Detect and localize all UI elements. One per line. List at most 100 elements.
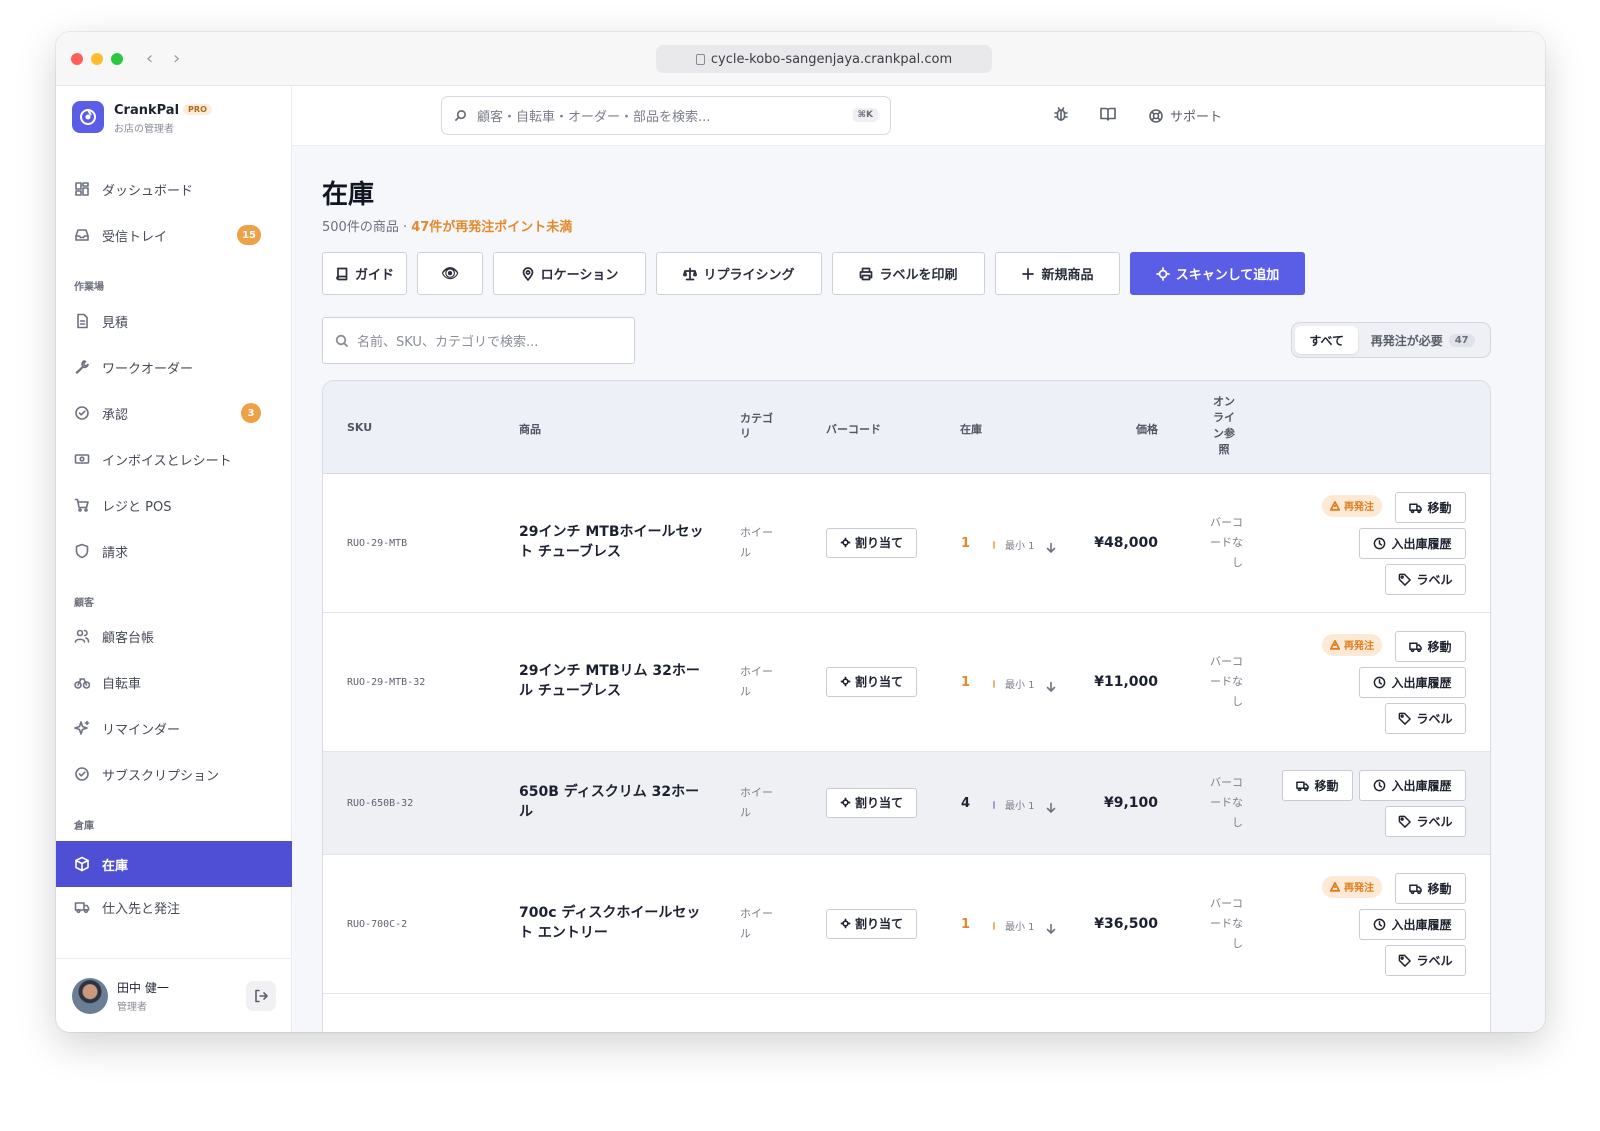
sidebar-item-inbox[interactable]: 受信トレイ 15 (56, 215, 292, 255)
crosshair-icon (840, 676, 851, 687)
label-label: ラベル (1416, 814, 1453, 829)
arrow-down-icon (1046, 542, 1056, 553)
visibility-toggle-button[interactable]: 👁 (417, 252, 483, 295)
arrow-down-icon[interactable] (1045, 678, 1057, 692)
table-row[interactable]: RUO-650B-32 650B ディスクリム 32ホール ホイール 割り当て 4 最小 … (323, 752, 1490, 855)
arrow-down-icon[interactable] (1045, 539, 1057, 553)
price-cell: ¥9,100 (1103, 794, 1158, 811)
sidebar-item-label: 顧客台帳 (102, 630, 155, 646)
product-name[interactable]: 29インチ MTBリム 32ホール チューブレス (519, 661, 704, 701)
sidebar-item-pos[interactable]: レジと POS (56, 485, 292, 525)
sidebar-item-approvals[interactable]: 承認 3 (56, 393, 292, 433)
header-sku[interactable]: SKU (347, 421, 372, 434)
logout-button[interactable] (246, 980, 276, 1011)
clock-icon (1374, 779, 1386, 791)
stock-history-button[interactable]: 入出庫履歴 (1359, 769, 1466, 801)
label-button[interactable]: ラベル (1385, 944, 1466, 976)
sidebar-item-estimates[interactable]: 見積 (56, 301, 292, 341)
close-window-button[interactable] (71, 53, 83, 65)
assign-barcode-button[interactable]: 割り当て (826, 527, 917, 558)
sidebar-item-label: 自転車 (102, 676, 142, 692)
table-row[interactable]: RUO-29-MTB-32 29インチ MTBリム 32ホール チューブレス ホイー… (323, 613, 1490, 752)
label-button[interactable]: ラベル (1385, 563, 1466, 595)
sidebar-item-invoices[interactable]: インボイスとレシート (56, 439, 292, 479)
sidebar-item-reminders[interactable]: リマインダー (56, 708, 292, 748)
support-link[interactable]: サポート (1148, 106, 1222, 125)
users-icon (74, 629, 90, 643)
minimize-window-button[interactable] (91, 53, 103, 65)
clock-icon (1374, 676, 1386, 688)
stock-history-button[interactable]: 入出庫履歴 (1359, 908, 1466, 940)
header-product[interactable]: 商品 (519, 421, 541, 437)
assign-barcode-button[interactable]: 割り当て (826, 666, 917, 697)
forward-arrow-icon[interactable]: › (173, 48, 180, 69)
label-button[interactable]: ラベル (1385, 805, 1466, 837)
dashboard-icon (75, 182, 89, 196)
assign-label: 割り当て (854, 675, 903, 689)
sidebar-item-customer-ledger[interactable]: 顧客台帳 (56, 616, 292, 656)
table-row[interactable]: RUO-29-MTB 29インチ MTBホイールセット チューブレス ホイール 割り当… (323, 474, 1490, 613)
stock-history-button[interactable]: 入出庫履歴 (1359, 666, 1466, 698)
arrow-down-icon[interactable] (1045, 799, 1057, 813)
guide-button[interactable]: ガイド (322, 252, 407, 295)
sidebar-item-work-orders[interactable]: ワークオーダー (56, 347, 292, 387)
table-row[interactable] (323, 994, 1490, 1032)
sidebar-item-subscriptions[interactable]: サブスクリプション (56, 754, 292, 794)
warning-icon (1330, 881, 1340, 892)
new-item-button[interactable]: 新規商品 (995, 252, 1120, 295)
sidebar-item-inventory[interactable]: 在庫 (56, 841, 292, 887)
zoom-window-button[interactable] (111, 53, 123, 65)
document-icon (77, 313, 88, 329)
reorder-badge: 再発注 (1322, 875, 1382, 898)
filter-reorder-label: 再発注が必要 (1370, 333, 1443, 348)
scan-add-button[interactable]: スキャンして追加 (1130, 252, 1305, 295)
tag-icon (1399, 712, 1412, 725)
docs-book-icon[interactable] (1099, 105, 1117, 123)
inventory-search-input[interactable]: 名前、SKU、カテゴリで検索... (322, 317, 635, 364)
search-icon (454, 110, 466, 122)
item-count-text: 500件の商品 · (322, 220, 412, 235)
label-button[interactable]: ラベル (1385, 702, 1466, 734)
table-row[interactable]: RUO-700C-2 700c ディスクホイールセット エントリー ホイール 割り当て… (323, 855, 1490, 994)
repricing-button[interactable]: リプライシング (656, 252, 822, 295)
location-button[interactable]: ロケーション (493, 252, 646, 295)
back-arrow-icon[interactable]: ‹ (146, 48, 153, 69)
header-barcode[interactable]: バーコード (826, 421, 881, 437)
stock-level-marker (993, 679, 995, 688)
print-labels-button[interactable]: ラベルを印刷 (832, 252, 985, 295)
assign-barcode-button[interactable]: 割り当て (826, 908, 917, 939)
move-button[interactable]: 移動 (1282, 769, 1353, 801)
move-button[interactable]: 移動 (1395, 630, 1466, 662)
brand[interactable]: CrankPal PRO お店の管理者 (72, 100, 212, 135)
address-bar[interactable]: cycle-kobo-sangenjaya.crankpal.com (656, 45, 992, 73)
stock-history-button[interactable]: 入出庫履歴 (1359, 527, 1466, 559)
sidebar-item-suppliers[interactable]: 仕入先と発注 (56, 887, 292, 927)
header-stock[interactable]: 在庫 (960, 421, 982, 437)
stock-quantity: 4 (961, 795, 971, 811)
browser-titlebar: ‹ › cycle-kobo-sangenjaya.crankpal.com (56, 32, 1545, 86)
move-button[interactable]: 移動 (1395, 491, 1466, 523)
header-online-reference[interactable]: オンライン参照 (1211, 394, 1237, 458)
filter-reorder-tab[interactable]: 再発注が必要 47 (1358, 326, 1487, 354)
product-name[interactable]: 650B ディスクリム 32ホール (519, 782, 704, 822)
sidebar-item-dashboard[interactable]: ダッシュボード (56, 169, 292, 209)
plus-icon (1022, 267, 1035, 280)
header-price[interactable]: 価格 (1136, 421, 1158, 437)
filter-all-tab[interactable]: すべて (1295, 326, 1359, 354)
global-search-input[interactable]: 顧客・自転車・オーダー・部品を検索... ⌘K (441, 96, 891, 135)
product-name[interactable]: 29インチ MTBホイールセット チューブレス (519, 522, 704, 562)
reorder-warning-text[interactable]: 47件が再発注ポイント未満 (411, 220, 572, 235)
box-icon (75, 856, 89, 872)
bug-report-icon[interactable] (1052, 105, 1070, 123)
arrow-down-icon (1046, 923, 1056, 934)
sidebar-item-label: インボイスとレシート (102, 453, 232, 469)
sidebar-item-bicycles[interactable]: 自転車 (56, 662, 292, 702)
header-category[interactable]: カテゴリ (740, 411, 780, 441)
price-cell: ¥36,500 (1094, 915, 1158, 932)
user-profile[interactable]: 田中 健一 管理者 (56, 958, 292, 1032)
sidebar-item-billing[interactable]: 請求 (56, 531, 292, 571)
product-name[interactable]: 700c ディスクホイールセット エントリー (519, 903, 704, 943)
assign-barcode-button[interactable]: 割り当て (826, 787, 917, 818)
arrow-down-icon[interactable] (1045, 920, 1057, 934)
move-button[interactable]: 移動 (1395, 872, 1466, 904)
